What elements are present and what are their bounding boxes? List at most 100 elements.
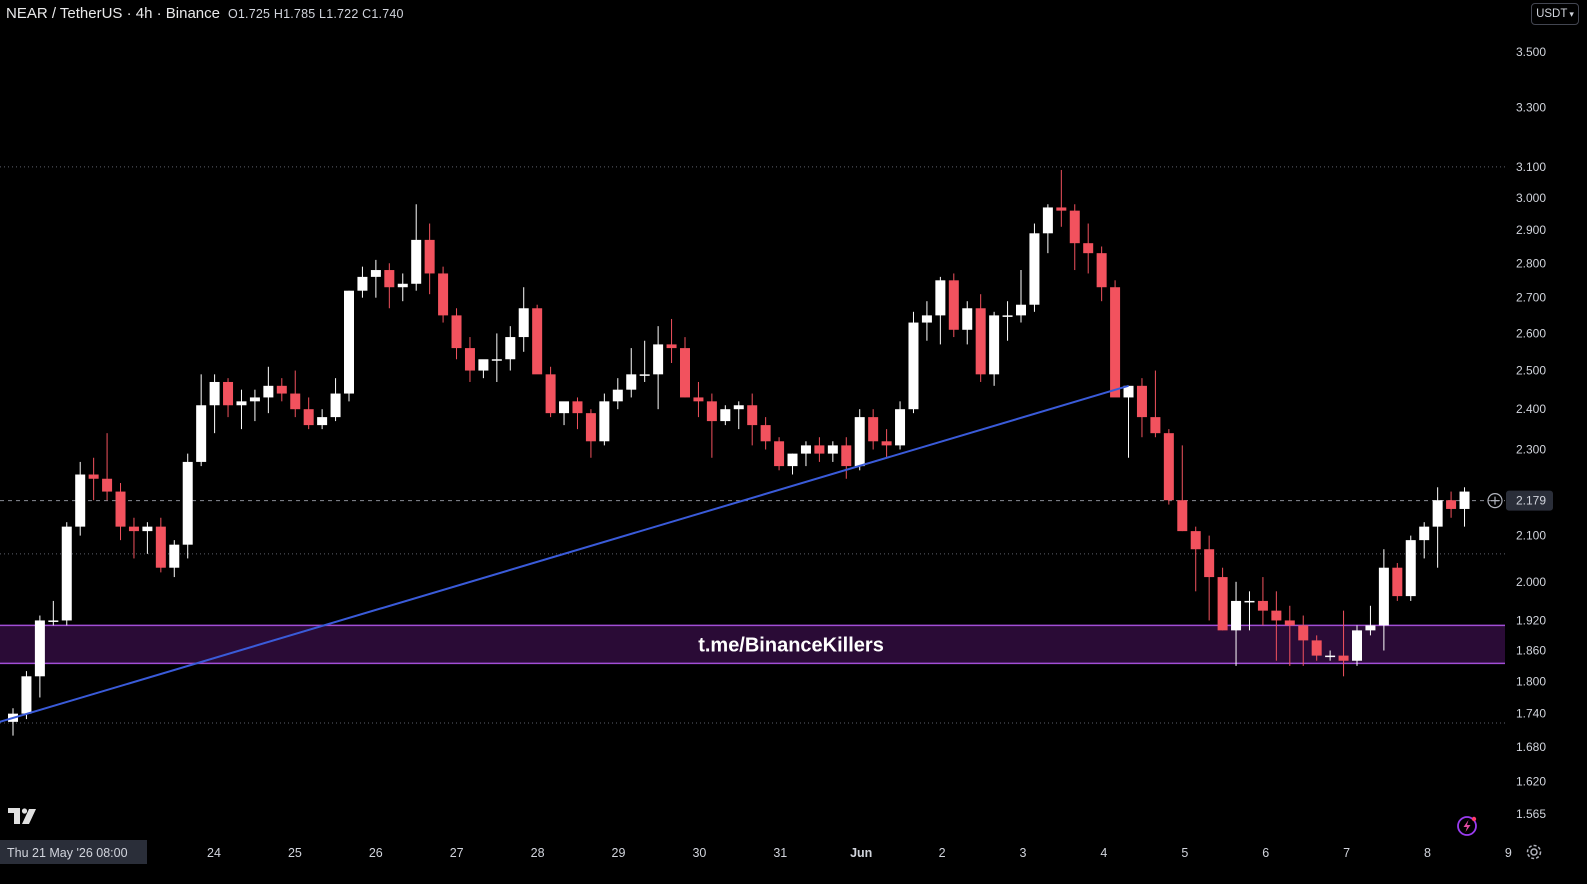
candle[interactable]: [545, 366, 556, 418]
candle[interactable]: [1123, 385, 1134, 458]
candle[interactable]: [559, 401, 570, 426]
currency-selector[interactable]: USDT ▾: [1531, 3, 1579, 25]
candle[interactable]: [1042, 204, 1053, 254]
candle[interactable]: [1352, 625, 1362, 666]
candle[interactable]: [666, 318, 677, 364]
candle[interactable]: [182, 453, 193, 559]
candle[interactable]: [155, 517, 166, 573]
candle[interactable]: [8, 708, 18, 736]
candle[interactable]: [357, 266, 368, 298]
candle[interactable]: [814, 437, 825, 462]
candle[interactable]: [895, 401, 906, 450]
candle[interactable]: [881, 429, 892, 458]
candle[interactable]: [774, 437, 785, 471]
candle[interactable]: [464, 337, 475, 382]
candle[interactable]: [868, 409, 879, 450]
candle[interactable]: [102, 433, 113, 501]
candle[interactable]: [787, 453, 798, 475]
candle[interactable]: [397, 273, 408, 302]
candle[interactable]: [1083, 223, 1094, 274]
candle[interactable]: [1432, 487, 1443, 568]
candle[interactable]: [88, 457, 99, 501]
candle[interactable]: [491, 333, 502, 382]
candle[interactable]: [424, 223, 435, 295]
candle[interactable]: [115, 483, 126, 541]
candle[interactable]: [1016, 270, 1026, 323]
candle[interactable]: [1190, 526, 1201, 592]
candle[interactable]: [1110, 280, 1121, 398]
candle[interactable]: [411, 204, 422, 291]
candle[interactable]: [733, 401, 744, 430]
candle[interactable]: [249, 389, 260, 422]
candle[interactable]: [975, 294, 986, 382]
candle[interactable]: [1002, 301, 1013, 341]
candle[interactable]: [747, 393, 758, 446]
candle[interactable]: [1056, 169, 1067, 227]
candle[interactable]: [142, 522, 153, 554]
candle[interactable]: [599, 393, 610, 446]
candle[interactable]: [505, 326, 516, 371]
candle[interactable]: [209, 374, 220, 434]
candle[interactable]: [48, 600, 59, 626]
candle[interactable]: [276, 378, 287, 402]
candle[interactable]: [1029, 223, 1040, 312]
price-chart[interactable]: t.me/BinanceKillers 3.500 3.300 3.100 3.000…: [0, 0, 1587, 884]
candle[interactable]: [693, 381, 704, 418]
candle[interactable]: [1204, 535, 1215, 621]
candle[interactable]: [1217, 567, 1228, 631]
candle[interactable]: [263, 366, 274, 414]
candle[interactable]: [236, 389, 247, 430]
candle[interactable]: [841, 437, 852, 479]
candle[interactable]: [935, 276, 946, 345]
candle[interactable]: [438, 266, 449, 323]
candle[interactable]: [680, 337, 690, 398]
candle[interactable]: [921, 301, 932, 341]
candle[interactable]: [290, 370, 301, 418]
candle[interactable]: [572, 397, 583, 430]
candle[interactable]: [827, 441, 838, 462]
candle[interactable]: [317, 409, 328, 430]
candle[interactable]: [169, 540, 180, 578]
candle[interactable]: [1069, 204, 1080, 271]
candle[interactable]: [1446, 491, 1457, 518]
candle[interactable]: [1257, 577, 1268, 626]
candle[interactable]: [518, 287, 529, 352]
time-axis[interactable]: [0, 838, 1587, 884]
candle[interactable]: [1177, 445, 1188, 532]
candle[interactable]: [1150, 370, 1161, 438]
lightning-icon[interactable]: [1456, 815, 1478, 842]
candle[interactable]: [223, 378, 234, 418]
candle[interactable]: [706, 393, 717, 458]
candle[interactable]: [196, 374, 207, 467]
candle[interactable]: [1136, 378, 1147, 438]
trendline[interactable]: [0, 384, 1129, 723]
candle[interactable]: [626, 348, 637, 398]
candle[interactable]: [760, 417, 771, 450]
candle[interactable]: [720, 405, 731, 426]
candle[interactable]: [478, 359, 489, 379]
candle[interactable]: [585, 409, 596, 458]
candle[interactable]: [532, 304, 543, 375]
candle[interactable]: [384, 263, 395, 309]
candle[interactable]: [948, 273, 959, 338]
candle[interactable]: [639, 340, 650, 382]
candle[interactable]: [1405, 535, 1416, 601]
candle[interactable]: [800, 441, 811, 467]
candle[interactable]: [1163, 429, 1174, 505]
candle[interactable]: [1459, 487, 1470, 527]
candle[interactable]: [962, 301, 973, 345]
candle[interactable]: [612, 378, 623, 410]
symbol-title[interactable]: NEAR / TetherUS · 4h · Binance: [6, 5, 220, 22]
candle[interactable]: [344, 290, 354, 402]
candle[interactable]: [61, 522, 72, 626]
candle[interactable]: [370, 259, 381, 298]
candle[interactable]: [128, 517, 139, 559]
candle[interactable]: [653, 326, 664, 410]
tradingview-logo-icon[interactable]: [8, 808, 38, 831]
candle[interactable]: [854, 409, 865, 471]
gear-icon[interactable]: [1525, 843, 1543, 866]
candle[interactable]: [1419, 522, 1430, 559]
candle[interactable]: [1392, 563, 1403, 601]
candle[interactable]: [451, 308, 462, 360]
candle[interactable]: [75, 461, 86, 536]
